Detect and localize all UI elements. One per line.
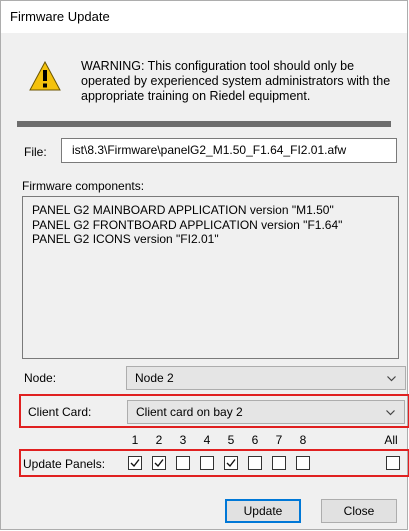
panel-6-checkbox[interactable] bbox=[248, 456, 262, 470]
panel-all-checkbox[interactable] bbox=[386, 456, 400, 470]
components-label: Firmware components: bbox=[22, 179, 145, 193]
panel-3-checkbox[interactable] bbox=[176, 456, 190, 470]
panel-number-label: 4 bbox=[203, 433, 211, 447]
panel-number-label: 3 bbox=[179, 433, 187, 447]
panel-2-checkbox[interactable] bbox=[152, 456, 166, 470]
warning-text: WARNING: This configuration tool should … bbox=[81, 59, 391, 103]
panel-all-label: All bbox=[384, 433, 398, 447]
file-path-field[interactable]: ist\8.3\Firmware\panelG2_M1.50_F1.64_FI2… bbox=[61, 138, 397, 163]
panel-1-checkbox[interactable] bbox=[128, 456, 142, 470]
components-list[interactable]: PANEL G2 MAINBOARD APPLICATION version "… bbox=[22, 196, 399, 359]
panel-number-label: 2 bbox=[155, 433, 163, 447]
checkmark-icon bbox=[226, 459, 236, 468]
node-select[interactable]: Node 2 bbox=[126, 366, 406, 390]
separator bbox=[17, 121, 391, 127]
firmware-update-dialog: Firmware Update WARNING: This configurat… bbox=[0, 0, 409, 530]
file-label: File: bbox=[24, 145, 47, 159]
component-item: PANEL G2 ICONS version "FI2.01" bbox=[32, 232, 219, 246]
window-title: Firmware Update bbox=[10, 9, 110, 24]
update-panels-label: Update Panels: bbox=[23, 457, 106, 471]
chevron-down-icon bbox=[386, 410, 395, 416]
node-label: Node: bbox=[24, 371, 57, 385]
panel-number-label: 1 bbox=[131, 433, 139, 447]
panel-number-label: 7 bbox=[275, 433, 283, 447]
checkmark-icon bbox=[154, 459, 164, 468]
checkmark-icon bbox=[130, 459, 140, 468]
client-card-label: Client Card: bbox=[28, 405, 92, 419]
client-card-select-value: Client card on bay 2 bbox=[136, 405, 243, 419]
chevron-down-icon bbox=[387, 376, 396, 382]
panel-number-label: 5 bbox=[227, 433, 235, 447]
component-item: PANEL G2 MAINBOARD APPLICATION version "… bbox=[32, 203, 334, 217]
panel-8-checkbox[interactable] bbox=[296, 456, 310, 470]
node-select-value: Node 2 bbox=[135, 371, 174, 385]
panel-7-checkbox[interactable] bbox=[272, 456, 286, 470]
panel-number-label: 6 bbox=[251, 433, 259, 447]
update-button[interactable]: Update bbox=[225, 499, 301, 523]
warning-triangle-icon bbox=[29, 61, 61, 91]
panel-number-label: 8 bbox=[299, 433, 307, 447]
component-item: PANEL G2 FRONTBOARD APPLICATION version … bbox=[32, 217, 343, 232]
title-bar: Firmware Update bbox=[1, 1, 407, 33]
client-card-select[interactable]: Client card on bay 2 bbox=[127, 400, 405, 424]
close-button[interactable]: Close bbox=[321, 499, 397, 523]
panel-5-checkbox[interactable] bbox=[224, 456, 238, 470]
panel-4-checkbox[interactable] bbox=[200, 456, 214, 470]
